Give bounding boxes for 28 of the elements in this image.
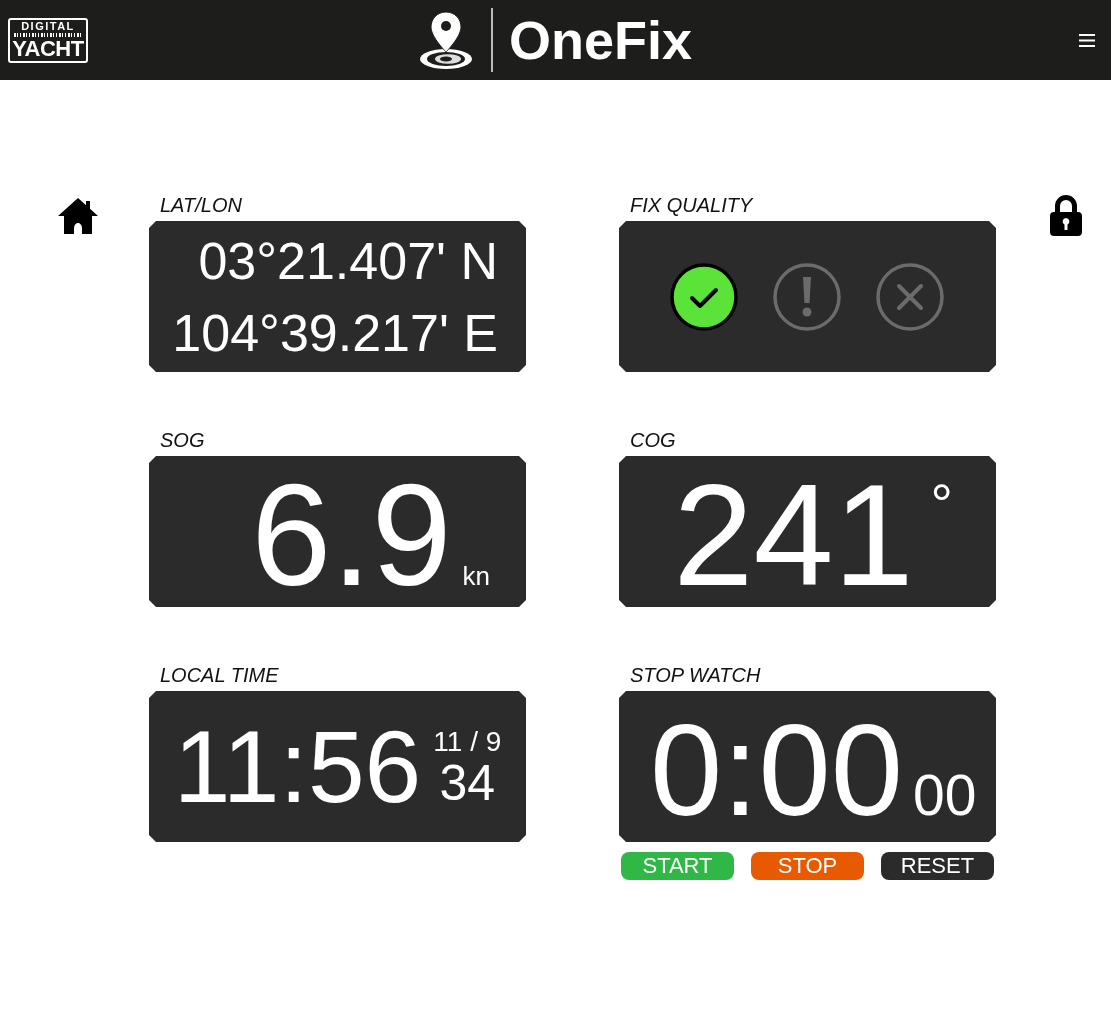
seconds-value: 34 <box>439 757 496 808</box>
panel-label: COG <box>630 428 677 452</box>
brand-text: YACHT <box>12 37 84 60</box>
course-value: 241 <box>673 464 914 608</box>
panel-label: LOCAL TIME <box>160 663 280 687</box>
location-pin-icon <box>418 10 473 70</box>
brand-text: DIGITAL <box>21 20 75 32</box>
speed-unit: kn <box>462 563 490 589</box>
brand-logo[interactable]: DIGITAL YACHT <box>8 17 88 63</box>
lock-icon[interactable] <box>1050 195 1082 236</box>
menu-icon[interactable] <box>1079 33 1095 47</box>
stripes-icon <box>14 32 82 37</box>
panel-label: STOP WATCH <box>630 663 762 687</box>
speed-value: 6.9 <box>251 464 452 608</box>
home-icon[interactable] <box>58 198 98 234</box>
longitude-value: 104°39.217' E <box>172 302 498 364</box>
panel-label: LAT/LON <box>160 193 243 217</box>
app-title: OneFix <box>508 13 692 67</box>
time-value: 11:56 <box>173 715 422 818</box>
stopwatch-button[interactable]: RESET <box>881 852 994 880</box>
stopwatch-time: 0:00 <box>650 705 904 835</box>
stopwatch-button[interactable]: STOP <box>751 852 864 880</box>
panel-label: FIX QUALITY <box>630 193 755 217</box>
latitude-value: 03°21.407' N <box>198 230 498 292</box>
panel-label: SOG <box>160 428 206 452</box>
date-value: 11 / 9 <box>433 725 502 758</box>
stopwatch-hundredths: 00 <box>913 767 977 824</box>
degree-symbol: ° <box>930 476 953 532</box>
